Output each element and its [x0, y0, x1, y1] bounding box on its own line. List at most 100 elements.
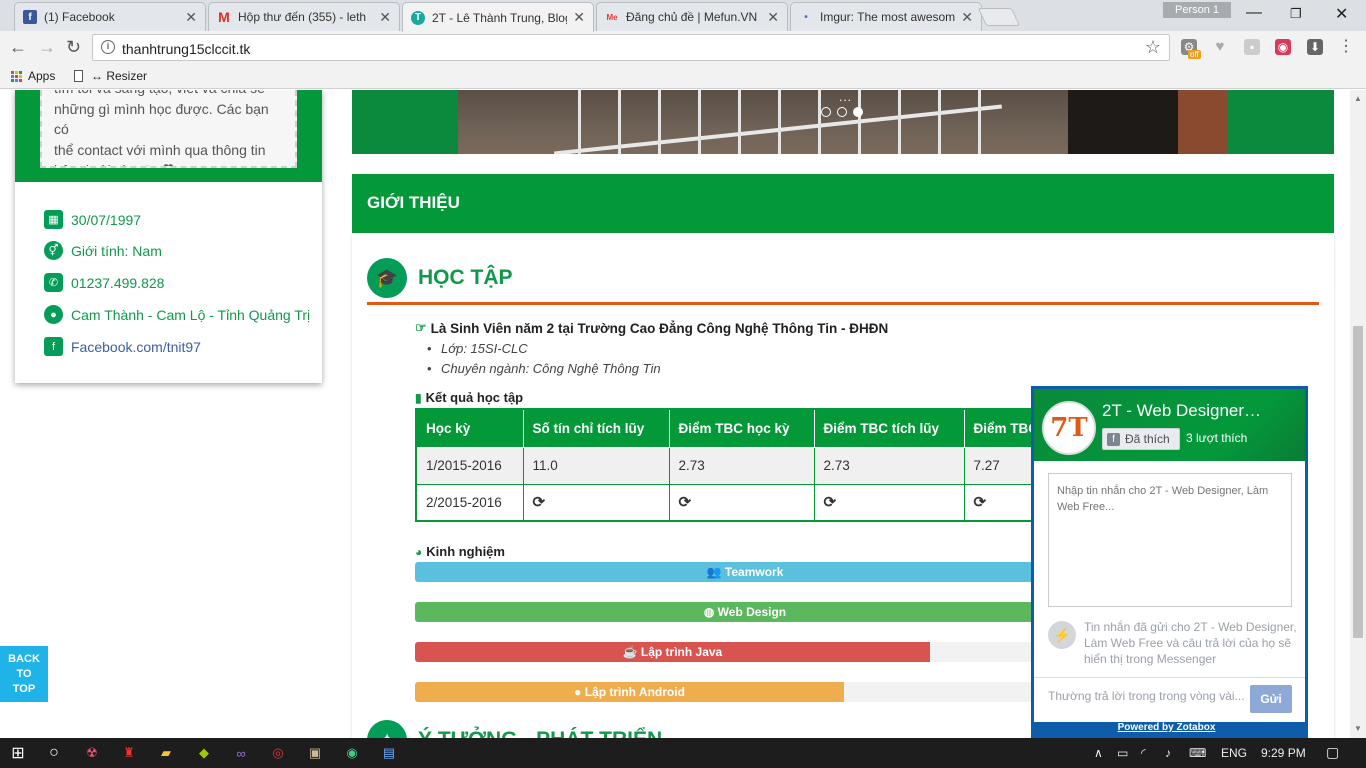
app-icon[interactable]: ☢ — [83, 744, 101, 762]
contact-text: Giới tính: Nam — [71, 242, 162, 259]
column-header: Số tín chỉ tích lũy — [522, 408, 670, 448]
close-icon[interactable]: ✕ — [767, 9, 779, 26]
railing — [698, 90, 701, 154]
minimize-icon[interactable]: — — [1246, 4, 1262, 22]
slider-dot-active[interactable] — [853, 107, 863, 117]
tray-chevron-icon[interactable]: ∧ — [1094, 746, 1103, 760]
results-title: Kết quả học tập — [425, 390, 524, 405]
close-icon[interactable]: ✕ — [961, 9, 973, 26]
next-section-title: Ý TƯỞNG - PHÁT TRIỂN — [418, 728, 662, 738]
app-icon[interactable]: ♜ — [120, 744, 138, 762]
tab-2t-blog[interactable]: T 2T - Lê Thành Trung, Blog ✕ — [402, 2, 594, 32]
facebook-icon: f — [23, 10, 37, 24]
back-to-top-button[interactable]: BACK TO TOP — [0, 646, 48, 702]
url-text[interactable]: thanhtrung15clccit.tk — [122, 41, 250, 57]
apps-grid-icon — [11, 70, 22, 82]
scroll-up-arrow-icon[interactable]: ▲ — [1354, 94, 1362, 103]
maximize-icon[interactable]: ❐ — [1290, 6, 1302, 22]
tab-imgur[interactable]: • Imgur: The most awesom ✕ — [790, 2, 982, 31]
clock[interactable]: 9:29 PM — [1261, 746, 1306, 760]
reload-icon[interactable]: ↻ — [66, 37, 81, 58]
skill-label: Lập trình Android — [584, 685, 685, 699]
bookmarks-bar: Apps ↔ Resizer — [0, 64, 1366, 89]
tab-facebook[interactable]: f (1) Facebook ✕ — [14, 2, 206, 31]
profile-button[interactable]: Person 1 — [1163, 2, 1231, 18]
bookmark-apps[interactable]: Apps — [11, 69, 55, 83]
contact-text: 30/07/1997 — [71, 211, 142, 228]
window-close-icon[interactable]: ✕ — [1335, 4, 1348, 24]
slider-dot[interactable] — [837, 107, 847, 117]
message-input[interactable] — [1048, 473, 1292, 607]
page-logo-icon: 7T — [1042, 401, 1096, 455]
app-icon[interactable]: ▣ — [306, 744, 324, 762]
table-cell: 2/2015-2016 — [415, 483, 524, 522]
contact-phone: ✆ 01237.499.828 — [44, 273, 164, 292]
users-icon: 👥 — [706, 565, 725, 579]
contact-birthday: ▦ 30/07/1997 — [44, 210, 141, 229]
pocket-icon[interactable]: ♥ — [1212, 39, 1228, 55]
file-explorer-icon[interactable]: ▰ — [157, 744, 175, 762]
column-header: Điểm TBC học kỳ — [668, 408, 815, 448]
contact-gender: ⚥ Giới tính: Nam — [44, 241, 162, 260]
app-icon[interactable]: ◎ — [269, 744, 287, 762]
send-button[interactable]: Gửi — [1250, 685, 1292, 713]
windows-start-icon[interactable]: ⊞ — [9, 744, 27, 762]
keyboard-icon[interactable]: ⌨ — [1189, 746, 1206, 760]
skill-fill: ☕ Lập trình Java — [415, 642, 930, 662]
app-icon[interactable]: ▤ — [380, 744, 398, 762]
browser-tab-bar: f (1) Facebook ✕ M Hộp thư đến (355) - l… — [0, 0, 1366, 32]
facebook-icon: f — [1107, 432, 1120, 446]
forward-arrow-icon[interactable]: → — [38, 37, 56, 58]
next-section-heading: ✦ Ý TƯỞNG - PHÁT TRIỂN — [367, 720, 662, 738]
menu-dots-icon[interactable]: ⋮ — [1338, 39, 1354, 55]
android-studio-icon[interactable]: ◆ — [195, 744, 213, 762]
chrome-icon[interactable]: ◉ — [343, 744, 361, 762]
skill-bar-teamwork: 👥 Teamwork — [415, 562, 1075, 582]
close-icon[interactable]: ✕ — [185, 9, 197, 26]
tab-gmail[interactable]: M Hộp thư đến (355) - leth ✕ — [208, 2, 400, 31]
railing — [618, 90, 621, 154]
back-arrow-icon[interactable]: ← — [9, 37, 27, 58]
chat-widget-body: 7T 2T - Web Designer… f Đã thích 3 lượt … — [1034, 389, 1305, 722]
scroll-down-arrow-icon[interactable]: ▼ — [1354, 724, 1362, 733]
calendar-icon: ▦ — [44, 210, 63, 229]
facebook-link[interactable]: Facebook.com/tnit97 — [71, 339, 201, 355]
close-icon[interactable]: ✕ — [573, 9, 585, 26]
like-button[interactable]: f Đã thích — [1102, 428, 1180, 450]
headline-text: Là Sinh Viên năm 2 tại Trường Cao Đẳng C… — [430, 320, 889, 336]
battery-icon[interactable]: ▭ — [1117, 746, 1128, 760]
contact-address: ● Cam Thành - Cam Lộ - Tỉnh Quảng Trị — [44, 305, 310, 324]
bookmark-resizer[interactable]: ↔ Resizer — [74, 69, 147, 83]
extension-red-icon[interactable]: ◉ — [1275, 39, 1291, 55]
java-icon: ☕ — [622, 645, 641, 659]
search-circle-icon[interactable]: ○ — [45, 744, 63, 762]
table-cell: 2.73 — [813, 446, 965, 485]
bookmark-label: Apps — [28, 69, 56, 83]
slider-dot[interactable] — [821, 107, 831, 117]
page-icon — [74, 70, 83, 82]
railing — [938, 90, 941, 154]
column-header: Học kỳ — [415, 408, 524, 448]
download-icon[interactable]: ⬇ — [1307, 39, 1323, 55]
wifi-icon[interactable]: ◜ — [1141, 746, 1146, 760]
close-icon[interactable]: ✕ — [379, 9, 391, 26]
scrollbar-thumb[interactable] — [1353, 326, 1363, 638]
tab-mefun[interactable]: Me Đăng chủ đề | Mefun.VN ✕ — [596, 2, 788, 31]
page-name[interactable]: 2T - Web Designer… — [1102, 401, 1297, 421]
info-icon[interactable]: i — [101, 40, 115, 54]
notifications-icon[interactable]: ▢ — [1326, 744, 1339, 761]
page-scrollbar[interactable]: ▲ ▼ — [1350, 90, 1366, 738]
quote-line: thể contact với mình qua thông tin — [54, 141, 266, 158]
volume-icon[interactable]: ♪ — [1165, 746, 1171, 760]
new-tab-button[interactable] — [977, 8, 1021, 26]
extension-gray-icon[interactable]: ▪ — [1244, 39, 1260, 55]
powered-by-link[interactable]: Powered by Zotabox — [1031, 722, 1302, 733]
contact-facebook[interactable]: f Facebook.com/tnit97 — [44, 337, 201, 356]
brick-wall — [1178, 90, 1228, 154]
skill-fill: ● Lập trình Android — [415, 682, 844, 702]
bookmark-star-icon[interactable]: ☆ — [1145, 37, 1161, 58]
address-bar[interactable]: i thanhtrung15clccit.tk ☆ — [92, 34, 1170, 61]
section-header: GIỚI THIỆU — [352, 174, 1334, 233]
visual-studio-icon[interactable]: ∞ — [232, 744, 250, 762]
language-indicator[interactable]: ENG — [1221, 746, 1247, 760]
